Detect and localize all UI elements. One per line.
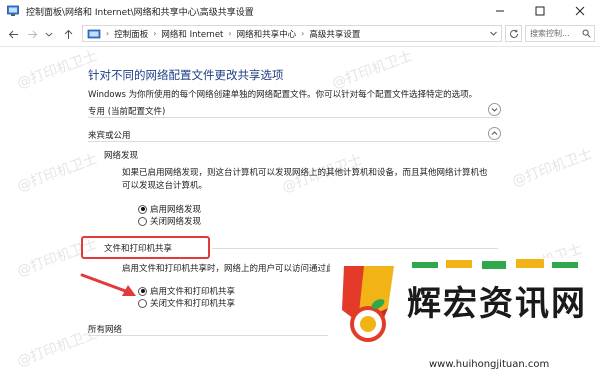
radio-label: 启用网络发现 xyxy=(150,205,202,215)
title-bar: 控制面板\网络和 Internet\网络和共享中心\高级共享设置 xyxy=(0,0,600,22)
breadcrumb-item-advanced-sharing[interactable]: 高级共享设置 xyxy=(309,28,360,40)
arrow-up-icon xyxy=(64,29,72,39)
watermark: @打印机卫士 xyxy=(510,146,595,190)
radio-label: 关闭文件和打印机共享 xyxy=(150,299,236,309)
search-placeholder: 搜索控制... xyxy=(530,29,570,38)
up-button[interactable] xyxy=(61,27,75,41)
radio-label: 启用文件和打印机共享 xyxy=(150,287,236,297)
radio-disable-file-printer-sharing[interactable]: 关闭文件和打印机共享 xyxy=(138,297,235,309)
refresh-icon xyxy=(509,29,518,38)
page-description: Windows 为你所使用的每个网络创建单独的网络配置文件。你可以针对每个配置文… xyxy=(88,90,478,100)
chevron-up-icon xyxy=(491,131,498,135)
page-title: 针对不同的网络配置文件更改共享选项 xyxy=(88,68,284,82)
control-panel-icon xyxy=(7,5,19,16)
close-button[interactable] xyxy=(560,0,600,22)
network-discovery-description-line-1: 如果已启用网络发现，则这台计算机可以发现网络上的其他计算机和设备，而且其他网络计… xyxy=(122,168,488,178)
divider xyxy=(88,141,500,142)
pointer-arrow xyxy=(80,273,136,296)
close-icon xyxy=(575,6,585,16)
brand-name: 辉宏资讯网 xyxy=(407,284,587,324)
breadcrumb[interactable]: › 控制面板 › 网络和 Internet › 网络和共享中心 › 高级共享设置 xyxy=(82,25,502,42)
network-discovery-description-line-2: 可以发现这台计算机。 xyxy=(122,180,208,191)
watermark: @打印机卫士 xyxy=(330,48,415,92)
expand-private-button[interactable] xyxy=(488,103,501,116)
divider xyxy=(212,248,498,249)
chevron-down-icon xyxy=(45,32,53,36)
forward-button[interactable] xyxy=(25,27,39,41)
address-bar: › 控制面板 › 网络和 Internet › 网络和共享中心 › 高级共享设置… xyxy=(0,22,600,47)
breadcrumb-separator: › xyxy=(228,29,232,38)
radio-button-selected[interactable] xyxy=(138,286,147,296)
brand-url: www.huihongjituan.com xyxy=(429,359,550,370)
search-input[interactable]: 搜索控制... xyxy=(525,25,595,42)
file-printer-sharing-title: 文件和打印机共享 xyxy=(104,244,173,254)
profile-private-title[interactable]: 专用 (当前配置文件) xyxy=(88,105,165,117)
window-title: 控制面板\网络和 Internet\网络和共享中心\高级共享设置 xyxy=(26,8,254,18)
radio-label: 关闭网络发现 xyxy=(150,217,202,227)
search-icon xyxy=(582,29,591,38)
chevron-down-icon xyxy=(491,108,498,112)
radio-button-selected[interactable] xyxy=(138,204,147,214)
profile-all-networks-title[interactable]: 所有网络 xyxy=(88,323,122,335)
breadcrumb-separator: › xyxy=(106,29,110,38)
arrow-left-icon xyxy=(8,30,18,38)
minimize-icon xyxy=(496,10,504,12)
refresh-button[interactable] xyxy=(505,25,522,42)
back-button[interactable] xyxy=(6,27,20,41)
watermark: @打印机卫士 xyxy=(15,151,100,195)
recent-locations-button[interactable] xyxy=(44,27,54,41)
chevron-down-icon[interactable] xyxy=(489,29,498,38)
maximize-button[interactable] xyxy=(520,0,560,22)
profile-guest-title[interactable]: 来宾或公用 xyxy=(88,129,131,141)
minimize-button[interactable] xyxy=(480,0,520,22)
radio-enable-file-printer-sharing[interactable]: 启用文件和打印机共享 xyxy=(138,285,235,297)
collapse-guest-button[interactable] xyxy=(488,127,501,140)
control-panel-icon xyxy=(87,29,101,38)
radio-button[interactable] xyxy=(138,298,147,308)
breadcrumb-separator: › xyxy=(301,29,305,38)
radio-disable-network-discovery[interactable]: 关闭网络发现 xyxy=(138,215,201,227)
network-discovery-title: 网络发现 xyxy=(104,151,139,161)
arrow-right-icon xyxy=(27,30,37,38)
divider xyxy=(88,117,500,118)
maximize-icon xyxy=(535,6,545,16)
breadcrumb-item-network-sharing-center[interactable]: 网络和共享中心 xyxy=(237,28,297,40)
network-discovery-description: 如果已启用网络发现，则这台计算机可以发现网络上的其他计算机和设备，而且其他网络计… xyxy=(122,167,502,192)
radio-enable-network-discovery[interactable]: 启用网络发现 xyxy=(138,203,201,215)
brand-watermark-badge: 辉宏资讯网 www.huihongjituan.com xyxy=(330,258,600,375)
radio-button[interactable] xyxy=(138,216,147,226)
breadcrumb-separator: › xyxy=(153,29,157,38)
divider xyxy=(88,335,328,336)
breadcrumb-item-control-panel[interactable]: 控制面板 xyxy=(114,28,148,40)
decorative-text-graphic xyxy=(412,259,578,269)
brand-logo-icon xyxy=(342,266,394,342)
breadcrumb-item-network-internet[interactable]: 网络和 Internet xyxy=(161,28,223,40)
